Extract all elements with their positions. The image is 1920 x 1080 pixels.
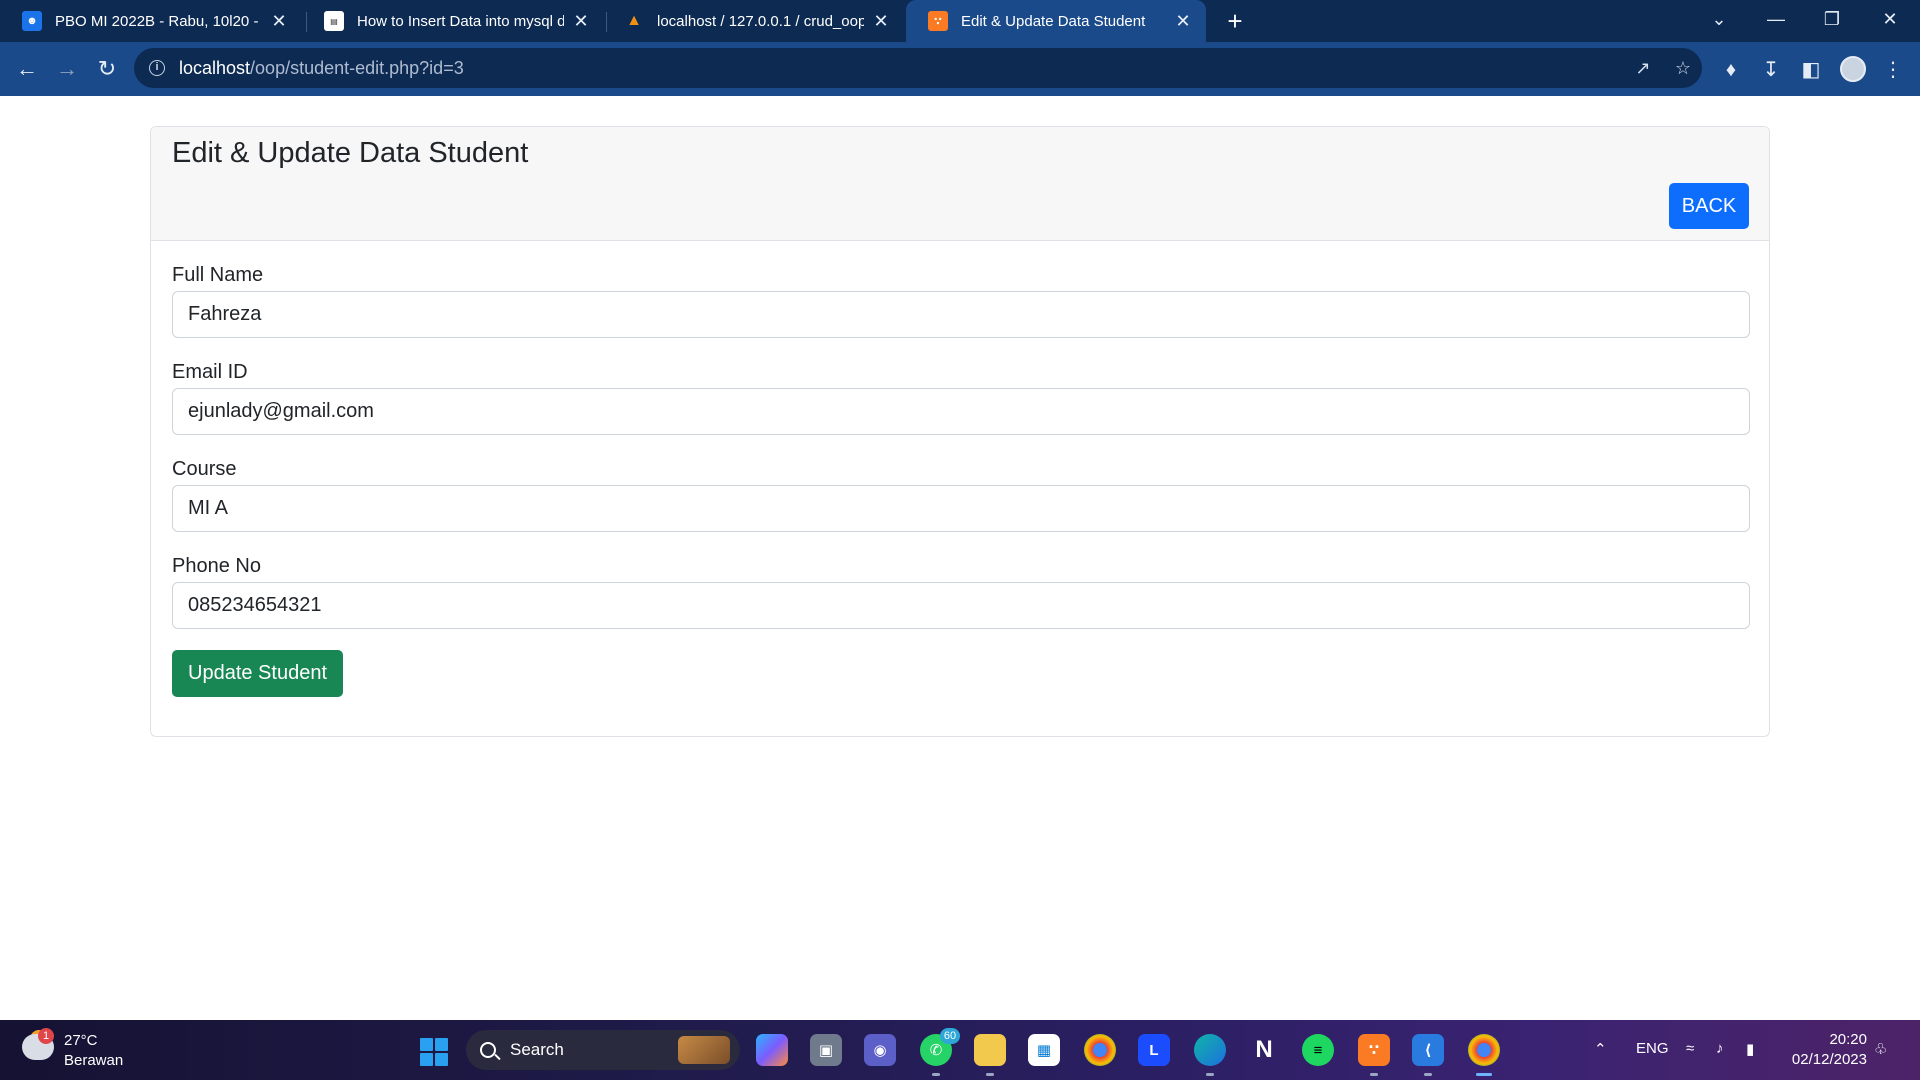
email-label: Email ID xyxy=(172,361,248,383)
phpmyadmin-icon: ▲ xyxy=(626,12,642,29)
task-view-icon[interactable]: ▣ xyxy=(810,1034,842,1066)
menu-kebab-icon[interactable]: ⋮ xyxy=(1880,57,1906,83)
system-clock[interactable]: 20:20 02/12/2023 xyxy=(1783,1030,1867,1070)
edit-student-card: Edit & Update Data Student BACK Full Nam… xyxy=(150,126,1770,737)
side-panel-icon[interactable]: ◧ xyxy=(1798,57,1824,83)
taskbar-search[interactable]: Search xyxy=(466,1030,740,1070)
windows-start-icon[interactable] xyxy=(420,1038,448,1066)
close-tab-icon[interactable]: ✕ xyxy=(872,11,890,32)
wifi-icon[interactable]: ≈ xyxy=(1686,1040,1694,1057)
full-name-input[interactable] xyxy=(172,291,1750,338)
email-input[interactable] xyxy=(172,388,1750,435)
l-app-icon[interactable]: L xyxy=(1138,1034,1170,1066)
search-highlight-image xyxy=(678,1036,730,1064)
email-group: Email ID xyxy=(172,358,1750,435)
battery-icon[interactable]: ▮ xyxy=(1746,1040,1754,1058)
microsoft-store-icon[interactable]: ▦ xyxy=(1028,1034,1060,1066)
full-name-label: Full Name xyxy=(172,264,264,286)
tab-edit-student[interactable]: ∵ Edit & Update Data Student ✕ xyxy=(906,0,1206,42)
edge-icon[interactable] xyxy=(1194,1034,1226,1076)
close-tab-icon[interactable]: ✕ xyxy=(270,11,288,32)
tab-strip: ☻ PBO MI 2022B - Rabu, 10l20 - 12 ✕ ▤ Ho… xyxy=(0,0,1920,42)
teams-chat-icon[interactable]: ◉ xyxy=(864,1034,896,1066)
tab-classroom[interactable]: ☻ PBO MI 2022B - Rabu, 10l20 - 12 ✕ xyxy=(0,0,302,42)
chrome-icon[interactable] xyxy=(1084,1034,1116,1066)
phone-group: Phone No xyxy=(172,552,1750,629)
course-group: Course xyxy=(172,455,1750,532)
phone-input[interactable] xyxy=(172,582,1750,629)
file-explorer-icon[interactable] xyxy=(974,1034,1006,1076)
phone-label: Phone No xyxy=(172,555,261,577)
reload-icon[interactable]: ↻ xyxy=(90,52,124,86)
whatsapp-icon[interactable]: ✆ 60 xyxy=(920,1028,960,1076)
search-icon xyxy=(480,1042,496,1058)
volume-icon[interactable]: ♪ xyxy=(1716,1040,1724,1057)
update-student-button[interactable]: Update Student xyxy=(172,650,343,697)
weather-condition: Berawan xyxy=(64,1052,124,1069)
copilot-icon[interactable] xyxy=(756,1034,788,1066)
xampp-icon[interactable]: ∵ xyxy=(1358,1034,1390,1076)
bookmark-star-icon[interactable]: ☆ xyxy=(1672,57,1694,79)
tab-search-chevron-icon[interactable]: ⌄ xyxy=(1697,0,1741,38)
clock-time: 20:20 xyxy=(1829,1031,1867,1048)
url-path: /oop/student-edit.php?id=3 xyxy=(250,57,464,78)
site-info-icon[interactable]: i xyxy=(149,60,165,76)
tab-title: localhost / 127.0.0.1 / crud_oop xyxy=(657,12,864,30)
weather-widget[interactable]: 1 27°C Berawan xyxy=(22,1028,152,1072)
chrome-profile-icon[interactable] xyxy=(1468,1034,1500,1076)
tab-article[interactable]: ▤ How to Insert Data into mysql d ✕ xyxy=(302,0,604,42)
new-tab-button[interactable]: + xyxy=(1220,6,1250,36)
weather-badge: 1 xyxy=(38,1028,54,1044)
back-button[interactable]: BACK xyxy=(1669,183,1749,229)
search-label: Search xyxy=(510,1040,564,1059)
tab-title: Edit & Update Data Student xyxy=(961,12,1146,30)
vscode-icon[interactable]: ⟨ xyxy=(1412,1034,1444,1076)
course-input[interactable] xyxy=(172,485,1750,532)
close-tab-icon[interactable]: ✕ xyxy=(1174,11,1192,32)
notion-style-icon[interactable]: N xyxy=(1248,1034,1280,1066)
card-header: Edit & Update Data Student BACK xyxy=(151,127,1769,241)
tab-title: PBO MI 2022B - Rabu, 10l20 - 12 xyxy=(55,12,262,30)
xampp-icon: ∵ xyxy=(928,11,948,31)
chevron-up-icon[interactable]: ⌃ xyxy=(1594,1040,1607,1058)
page-title: Edit & Update Data Student xyxy=(172,137,529,169)
url-host: localhost xyxy=(179,57,251,78)
profile-avatar[interactable] xyxy=(1840,56,1866,82)
tab-phpmyadmin[interactable]: ▲ localhost / 127.0.0.1 / crud_oop ✕ xyxy=(602,0,904,42)
full-name-group: Full Name xyxy=(172,261,1750,338)
extensions-puzzle-icon[interactable]: ♦ xyxy=(1718,57,1744,83)
minimize-button[interactable]: — xyxy=(1754,0,1798,38)
forward-arrow-icon[interactable]: → xyxy=(50,52,84,86)
download-icon[interactable]: ↧ xyxy=(1758,57,1784,83)
close-window-button[interactable]: ✕ xyxy=(1868,0,1912,38)
back-arrow-icon[interactable]: ← xyxy=(10,52,44,86)
share-icon[interactable]: ↗ xyxy=(1632,57,1654,79)
url-text[interactable]: localhost/oop/student-edit.php?id=3 xyxy=(179,58,464,79)
notification-bell-icon[interactable]: ♧ xyxy=(1874,1040,1887,1058)
restore-button[interactable]: ❐ xyxy=(1810,0,1854,38)
address-bar[interactable]: i localhost/oop/student-edit.php?id=3 ↗ … xyxy=(134,48,1702,88)
weather-temperature: 27°C xyxy=(64,1032,98,1049)
course-label: Course xyxy=(172,458,237,480)
tab-title: How to Insert Data into mysql d xyxy=(357,12,564,30)
classroom-icon: ☻ xyxy=(22,11,42,31)
page-content: Edit & Update Data Student BACK Full Nam… xyxy=(0,96,1920,1020)
close-tab-icon[interactable]: ✕ xyxy=(572,11,590,32)
whatsapp-badge: 60 xyxy=(940,1028,960,1044)
language-indicator[interactable]: ENG xyxy=(1636,1040,1669,1057)
windows-taskbar: 1 27°C Berawan Search ▣ ◉ ✆ 60 ▦ L N ≡ ∵ … xyxy=(0,1020,1920,1080)
spotify-icon[interactable]: ≡ xyxy=(1302,1034,1334,1066)
article-icon: ▤ xyxy=(324,11,344,31)
browser-toolbar: ← → ↻ i localhost/oop/student-edit.php?i… xyxy=(0,42,1920,96)
clock-date: 02/12/2023 xyxy=(1791,1051,1867,1068)
